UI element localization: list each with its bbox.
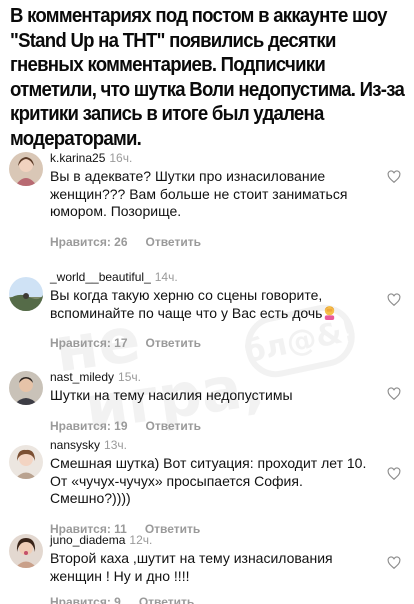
comment-username[interactable]: _world__beautiful_ [50, 270, 151, 284]
comment-text: Шутки на тему насилия недопустимы [50, 387, 293, 403]
comment-username[interactable]: k.karina25 [50, 151, 105, 165]
comment-time: 16ч. [109, 151, 133, 165]
comment-time: 13ч. [104, 438, 127, 452]
reply-button[interactable]: Ответить [146, 336, 201, 350]
comment-likes[interactable]: Нравится: 26 [50, 235, 128, 249]
avatar[interactable] [9, 277, 43, 311]
heart-outline-icon[interactable] [387, 170, 401, 184]
heart-outline-icon[interactable] [387, 556, 401, 570]
comment-username[interactable]: nast_miledy [50, 370, 114, 384]
comment-text: Вы в адеквате? Шутки про изнасилование ж… [50, 168, 348, 219]
comment-text: Второй каха ,шутит на тему изнасилования… [50, 550, 333, 584]
comment-time: 14ч. [154, 270, 178, 284]
comment-username[interactable]: juno_diadema [50, 533, 125, 547]
heart-outline-icon[interactable] [387, 467, 401, 481]
reply-button[interactable]: Ответить [146, 235, 201, 249]
comment-likes[interactable]: Нравится: 17 [50, 336, 128, 350]
heart-outline-icon[interactable] [387, 387, 401, 401]
comment-text-content: Вы когда такую херню со сцены говорите, … [50, 287, 323, 321]
avatar[interactable] [9, 445, 43, 479]
article-headline: В комментариях под постом в аккаунте шоу… [10, 5, 405, 150]
comment-text: Смешная шутка) Вот ситуация: проходит ле… [50, 455, 367, 506]
person-facepalming-emoji [322, 305, 337, 320]
avatar[interactable] [9, 534, 43, 568]
reply-button[interactable]: Ответить [146, 419, 201, 433]
comment-time: 12ч. [129, 533, 153, 547]
comment-likes[interactable]: Нравится: 19 [50, 419, 128, 433]
comment-username[interactable]: nansysky [50, 438, 100, 452]
comment-text: Вы когда такую херню со сцены говорите, … [50, 287, 368, 322]
avatar[interactable] [9, 371, 43, 405]
comment-time: 15ч. [118, 370, 141, 384]
comment-likes[interactable]: Нравится: 9 [50, 595, 121, 604]
avatar[interactable] [9, 152, 43, 186]
reply-button[interactable]: Ответить [139, 595, 194, 604]
heart-outline-icon[interactable] [387, 293, 401, 307]
